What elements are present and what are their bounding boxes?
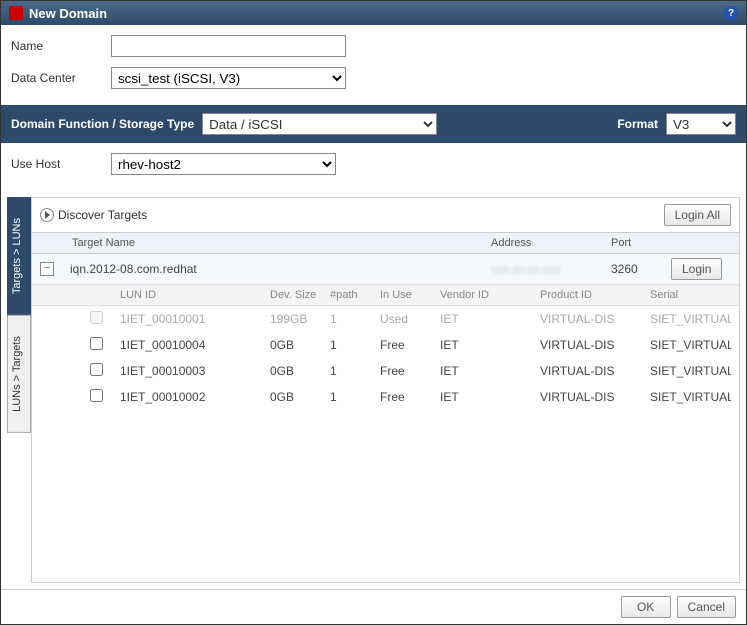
tab-luns-to-targets[interactable]: LUNs > Targets — [7, 315, 31, 433]
lun-in-use: Free — [380, 390, 440, 404]
footer: OK Cancel — [1, 589, 746, 624]
lun-row[interactable]: 1IET_00010001199GB1UsedIETVIRTUAL-DISSIE… — [32, 306, 739, 332]
logo-icon — [9, 6, 23, 20]
col-lun-id: LUN ID — [120, 289, 270, 301]
col-product-id: Product ID — [540, 289, 650, 301]
target-name: iqn.2012-08.com.redhat — [64, 262, 491, 276]
lun-row[interactable]: 1IET_000100020GB1FreeIETVIRTUAL-DISSIET_… — [32, 384, 739, 410]
lun-size: 0GB — [270, 390, 330, 404]
lun-id: 1IET_00010004 — [120, 338, 270, 352]
col-vendor-id: Vendor ID — [440, 289, 540, 301]
lun-id: 1IET_00010001 — [120, 312, 270, 326]
name-label: Name — [11, 39, 111, 53]
lun-size: 0GB — [270, 364, 330, 378]
titlebar: New Domain ? — [1, 1, 746, 25]
lun-vendor: IET — [440, 390, 540, 404]
help-icon[interactable]: ? — [724, 6, 738, 20]
content-area: Targets > LUNs LUNs > Targets Discover T… — [1, 191, 746, 589]
data-center-select[interactable]: scsi_test (iSCSI, V3) — [111, 67, 346, 89]
lun-vendor: IET — [440, 338, 540, 352]
lun-in-use: Free — [380, 364, 440, 378]
lun-serial: SIET_VIRTUAL- — [650, 338, 731, 352]
cancel-button[interactable]: Cancel — [677, 596, 736, 618]
lun-vendor: IET — [440, 364, 540, 378]
lun-header: LUN ID Dev. Size #path In Use Vendor ID … — [32, 285, 739, 306]
ok-button[interactable]: OK — [621, 596, 671, 618]
lun-path: 1 — [330, 390, 380, 404]
lun-checkbox[interactable] — [90, 363, 103, 376]
discover-targets-label: Discover Targets — [58, 208, 147, 222]
name-input[interactable] — [111, 35, 346, 57]
use-host-label: Use Host — [11, 157, 111, 171]
login-button[interactable]: Login — [671, 258, 722, 280]
lun-serial: SIET_VIRTUAL- — [650, 312, 731, 326]
lun-product: VIRTUAL-DIS — [540, 312, 650, 326]
discover-targets-toggle[interactable]: Discover Targets — [40, 208, 147, 222]
login-all-button[interactable]: Login All — [664, 204, 731, 226]
lun-path: 1 — [330, 312, 380, 326]
format-label: Format — [617, 117, 658, 131]
lun-path: 1 — [330, 364, 380, 378]
lun-id: 1IET_00010002 — [120, 390, 270, 404]
luns-container: 1IET_00010001199GB1UsedIETVIRTUAL-DISSIE… — [32, 306, 739, 582]
lun-checkbox[interactable] — [90, 311, 103, 324]
form-area: Name Data Center scsi_test (iSCSI, V3) — [1, 25, 746, 105]
col-port: Port — [611, 237, 671, 249]
col-path: #path — [330, 289, 380, 301]
side-tabs: Targets > LUNs LUNs > Targets — [7, 197, 31, 583]
lun-checkbox[interactable] — [90, 389, 103, 402]
col-action — [671, 237, 731, 249]
lun-product: VIRTUAL-DIS — [540, 390, 650, 404]
storage-type-bar: Domain Function / Storage Type Data / iS… — [1, 105, 746, 143]
lun-serial: SIET_VIRTUAL- — [650, 390, 731, 404]
col-in-use: In Use — [380, 289, 440, 301]
tab-targets-to-luns[interactable]: Targets > LUNs — [7, 197, 31, 315]
lun-checkbox[interactable] — [90, 337, 103, 350]
target-header: Target Name Address Port — [32, 233, 739, 254]
lun-vendor: IET — [440, 312, 540, 326]
lun-id: 1IET_00010003 — [120, 364, 270, 378]
lun-row[interactable]: 1IET_000100040GB1FreeIETVIRTUAL-DISSIET_… — [32, 332, 739, 358]
dialog-title: New Domain — [29, 6, 107, 21]
domain-function-label: Domain Function / Storage Type — [11, 117, 194, 131]
lun-path: 1 — [330, 338, 380, 352]
discover-targets-row: Discover Targets Login All — [32, 198, 739, 233]
lun-in-use: Used — [380, 312, 440, 326]
lun-serial: SIET_VIRTUAL- — [650, 364, 731, 378]
data-center-label: Data Center — [11, 71, 111, 85]
target-row[interactable]: − iqn.2012-08.com.redhat xxx.xx.xx.xxx 3… — [32, 254, 739, 285]
lun-product: VIRTUAL-DIS — [540, 338, 650, 352]
format-select[interactable]: V3 — [666, 113, 736, 135]
host-area: Use Host rhev-host2 — [1, 143, 746, 191]
new-domain-dialog: New Domain ? Name Data Center scsi_test … — [0, 0, 747, 625]
domain-function-select[interactable]: Data / iSCSI — [202, 113, 437, 135]
col-target-name: Target Name — [72, 237, 491, 249]
main-panel: Discover Targets Login All Target Name A… — [31, 197, 740, 583]
lun-size: 199GB — [270, 312, 330, 326]
lun-in-use: Free — [380, 338, 440, 352]
target-port: 3260 — [611, 262, 671, 276]
lun-row[interactable]: 1IET_000100030GB1FreeIETVIRTUAL-DISSIET_… — [32, 358, 739, 384]
col-address: Address — [491, 237, 611, 249]
use-host-select[interactable]: rhev-host2 — [111, 153, 336, 175]
arrow-right-icon — [40, 208, 54, 222]
lun-product: VIRTUAL-DIS — [540, 364, 650, 378]
col-serial: Serial — [650, 289, 731, 301]
target-address: xxx.xx.xx.xxx — [491, 262, 611, 276]
col-dev-size: Dev. Size — [270, 289, 330, 301]
lun-size: 0GB — [270, 338, 330, 352]
collapse-icon[interactable]: − — [40, 262, 54, 276]
